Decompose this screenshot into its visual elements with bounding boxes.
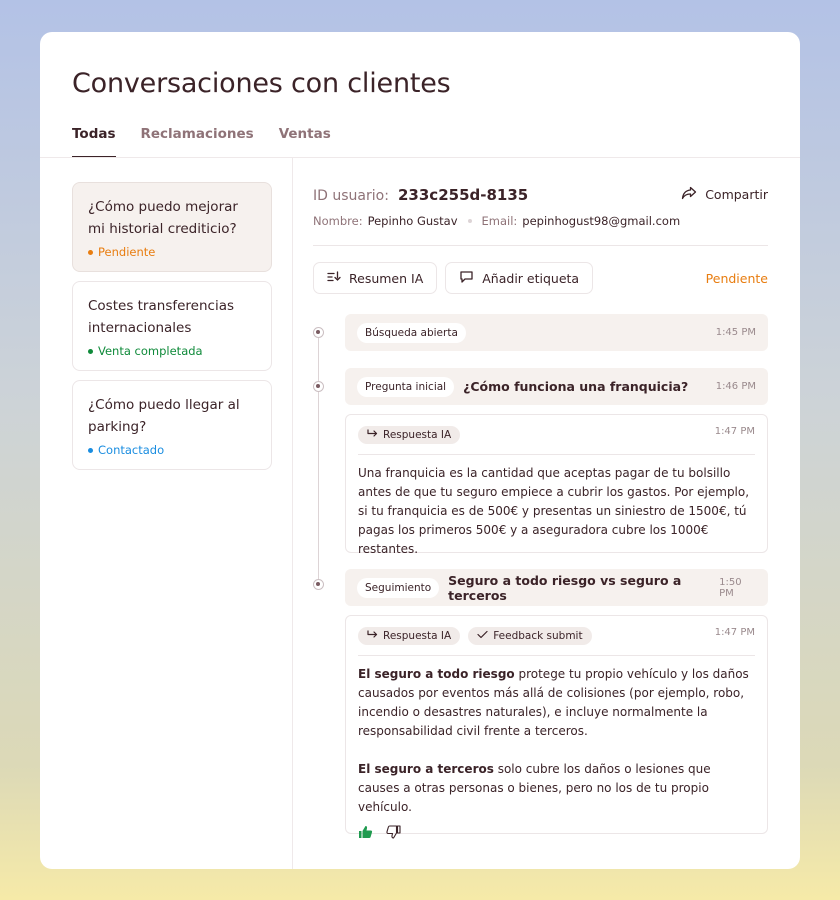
user-meta: Nombre: Pepinho Gustav Email: pepinhogus…	[313, 214, 768, 228]
share-label: Compartir	[705, 186, 768, 202]
feedback-chip: Feedback submit	[468, 627, 592, 645]
event-time: 1:45 PM	[715, 327, 756, 338]
status-dot	[88, 447, 93, 453]
status-label: Contactado	[98, 443, 165, 457]
conversation-title: ¿Cómo puedo mejorar mi historial crediti…	[88, 199, 238, 237]
reply-arrow-icon	[367, 630, 378, 642]
event-chip: Seguimiento	[357, 577, 440, 598]
conversation-item[interactable]: ¿Cómo puedo llegar al parking? Contactad…	[72, 380, 272, 470]
conversation-list: ¿Cómo puedo mejorar mi historial crediti…	[72, 182, 272, 479]
event-question: ¿Cómo funciona una franquicia?	[463, 379, 689, 394]
ai-response-chip: Respuesta IA	[358, 627, 461, 645]
conversation-title: ¿Cómo puedo llegar al parking?	[88, 397, 240, 435]
add-tag-button[interactable]: Añadir etiqueta	[445, 262, 594, 294]
event-time: 1:46 PM	[715, 381, 756, 392]
conversation-title: Costes transferencias internacionales	[88, 298, 235, 336]
conversation-detail: ID usuario: 233c255d-8135 Compartir Nomb…	[313, 182, 768, 839]
user-id-label: ID usuario:	[313, 187, 389, 204]
ai-summary-button[interactable]: Resumen IA	[313, 262, 438, 294]
thumbs-down-icon[interactable]	[386, 825, 401, 839]
status-label: Venta completada	[98, 344, 203, 358]
status-dot	[88, 348, 93, 354]
response-time: 1:47 PM	[714, 627, 755, 638]
page-title: Conversaciones con clientes	[72, 68, 451, 99]
conversation-status: Pendiente	[88, 245, 256, 259]
add-tag-label: Añadir etiqueta	[482, 270, 580, 286]
response-paragraph: El seguro a todo riesgo protege tu propi…	[358, 665, 755, 741]
tabs-divider	[40, 157, 800, 158]
timeline-node	[313, 327, 324, 338]
timeline-event: Seguimiento Seguro a todo riesgo vs segu…	[345, 569, 768, 606]
conversation-item[interactable]: ¿Cómo puedo mejorar mi historial crediti…	[72, 182, 272, 272]
tab-todas[interactable]: Todas	[72, 126, 116, 158]
tab-ventas[interactable]: Ventas	[279, 126, 331, 158]
panel-divider	[292, 157, 293, 869]
conversation-status-label: Pendiente	[705, 270, 768, 286]
timeline-line	[318, 334, 319, 584]
response-text: Una franquicia es la cantidad que acepta…	[358, 466, 750, 556]
feedback-buttons	[358, 825, 755, 839]
ai-response-chip-label: Respuesta IA	[383, 630, 452, 642]
thumbs-up-icon[interactable]	[358, 825, 373, 839]
timeline-node	[313, 579, 324, 590]
user-id-value: 233c255d-8135	[398, 185, 529, 204]
ai-response-card: Respuesta IA 1:47 PM Una franquicia es l…	[345, 414, 768, 556]
feedback-chip-label: Feedback submit	[493, 630, 583, 642]
status-label: Pendiente	[98, 245, 156, 259]
response-header: Respuesta IA Feedback submit 1:47 PM	[358, 627, 755, 656]
user-name: Pepinho Gustav	[367, 214, 458, 228]
ai-response-card: Respuesta IA Feedback submit 1:47 PM El …	[345, 615, 768, 839]
response-time: 1:47 PM	[714, 426, 755, 437]
ai-summary-label: Resumen IA	[349, 270, 424, 286]
main-card: Conversaciones con clientes Todas Reclam…	[40, 32, 800, 869]
event-question: Seguro a todo riesgo vs seguro a tercero…	[448, 572, 682, 603]
share-button[interactable]: Compartir	[681, 186, 768, 203]
check-icon	[477, 630, 488, 642]
tab-reclamaciones[interactable]: Reclamaciones	[141, 126, 254, 158]
event-chip: Búsqueda abierta	[357, 322, 466, 343]
response-text: El seguro a todo riesgo protege tu propi…	[358, 665, 755, 817]
event-time: 1:50 PM	[719, 576, 742, 599]
conversation-status: Contactado	[88, 443, 256, 457]
share-icon	[681, 186, 697, 203]
tag-icon	[459, 270, 474, 287]
user-id: ID usuario: 233c255d-8135	[313, 185, 528, 204]
timeline-event: Búsqueda abierta 1:45 PM	[345, 314, 768, 351]
ai-response-chip-label: Respuesta IA	[383, 429, 452, 441]
response-header: Respuesta IA 1:47 PM	[358, 426, 755, 455]
event-chip: Pregunta inicial	[357, 376, 455, 397]
status-dot	[88, 249, 93, 255]
user-id-row: ID usuario: 233c255d-8135 Compartir	[313, 182, 768, 206]
summary-icon	[327, 270, 341, 286]
conversation-status: Venta completada	[88, 344, 256, 358]
meta-separator	[467, 219, 472, 223]
ai-response-chip: Respuesta IA	[358, 426, 461, 444]
reply-arrow-icon	[367, 429, 378, 441]
conversation-item[interactable]: Costes transferencias internacionales Ve…	[72, 281, 272, 371]
response-paragraph: El seguro a terceros solo cubre los daño…	[358, 760, 755, 817]
tab-bar: Todas Reclamaciones Ventas	[72, 126, 331, 158]
response-bold: El seguro a todo riesgo	[358, 667, 515, 681]
timeline-node	[313, 381, 324, 392]
response-bold: El seguro a terceros	[358, 762, 494, 776]
action-bar: Resumen IA Añadir etiqueta Pendiente	[313, 262, 768, 294]
detail-divider	[313, 245, 768, 246]
timeline-event: Pregunta inicial ¿Cómo funciona una fran…	[345, 368, 768, 405]
email-label: Email:	[481, 214, 518, 228]
user-email: pepinhogust98@gmail.com	[522, 214, 681, 228]
name-label: Nombre:	[313, 214, 363, 228]
